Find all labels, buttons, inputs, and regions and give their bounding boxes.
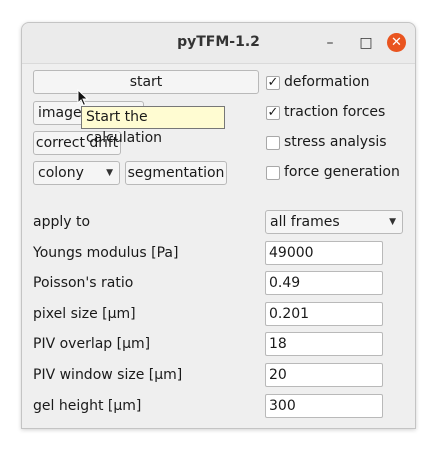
piv-overlap-label: PIV overlap [µm] <box>33 336 151 352</box>
apply-to-label: apply to <box>33 214 91 230</box>
force-generation-label: force generation <box>284 164 400 180</box>
minimize-button[interactable]: – <box>320 33 340 53</box>
segmentation-button[interactable]: segmentation <box>125 161 227 185</box>
piv-window-size-field[interactable]: 20 <box>265 363 383 387</box>
pixel-size-field[interactable]: 0.201 <box>265 302 383 326</box>
gel-height-field[interactable]: 300 <box>265 394 383 418</box>
traction-forces-checkbox[interactable]: ✓ <box>266 106 280 120</box>
title-bar: pyTFM-1.2 – □ ✕ <box>22 23 415 64</box>
poissons-ratio-label: Poisson's ratio <box>33 275 134 291</box>
stress-analysis-label: stress analysis <box>284 134 387 150</box>
apply-to-value: all frames <box>270 214 340 230</box>
close-button[interactable]: ✕ <box>387 33 406 52</box>
mouse-pointer-icon <box>77 89 89 107</box>
maximize-button[interactable]: □ <box>356 33 376 53</box>
pixel-size-label: pixel size [µm] <box>33 306 136 322</box>
youngs-modulus-field[interactable]: 49000 <box>265 241 383 265</box>
youngs-modulus-label: Youngs modulus [Pa] <box>33 245 179 261</box>
start-tooltip: Start the calculation <box>81 106 225 146</box>
piv-overlap-field[interactable]: 18 <box>265 332 383 356</box>
piv-window-size-label: PIV window size [µm] <box>33 367 183 383</box>
stress-analysis-checkbox[interactable] <box>266 136 280 150</box>
traction-forces-label: traction forces <box>284 104 386 120</box>
colony-dropdown-value: colony <box>38 165 84 181</box>
deformation-checkbox[interactable]: ✓ <box>266 76 280 90</box>
colony-dropdown[interactable]: colony ▼ <box>33 161 120 185</box>
deformation-label: deformation <box>284 74 370 90</box>
apply-to-dropdown[interactable]: all frames ▼ <box>265 210 403 234</box>
start-button[interactable]: start <box>33 70 259 94</box>
chevron-down-icon: ▼ <box>389 217 396 227</box>
force-generation-checkbox[interactable] <box>266 166 280 180</box>
poissons-ratio-field[interactable]: 0.49 <box>265 271 383 295</box>
chevron-down-icon: ▼ <box>106 168 113 178</box>
gel-height-label: gel height [µm] <box>33 398 142 414</box>
